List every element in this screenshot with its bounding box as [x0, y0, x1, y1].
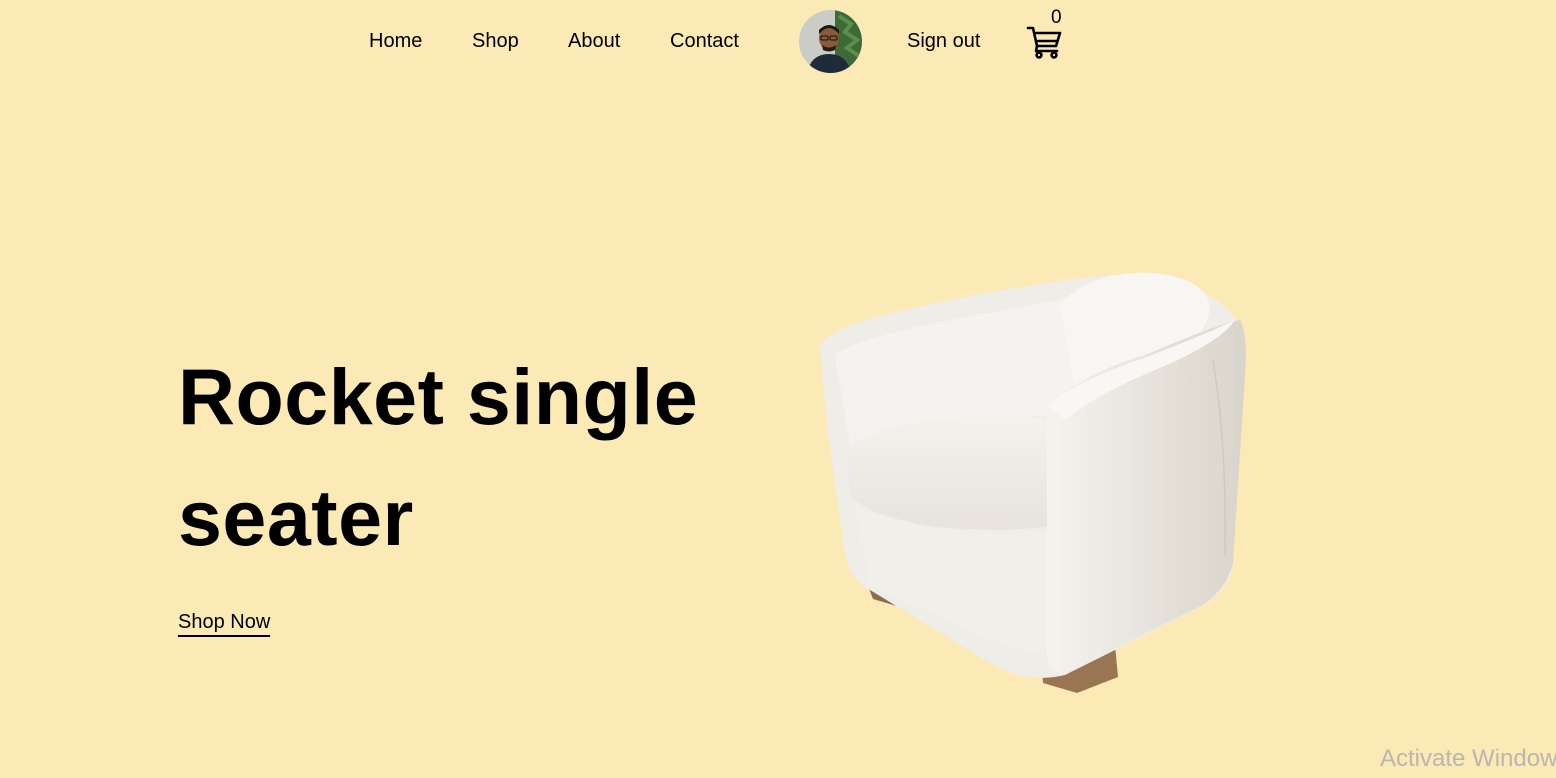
hero-title: Rocket single seater [178, 352, 699, 562]
nav-link-about[interactable]: About [568, 30, 620, 53]
signout-link[interactable]: Sign out [907, 30, 980, 53]
cart-count-badge: 0 [1051, 7, 1062, 28]
nav-link-contact[interactable]: Contact [670, 30, 739, 53]
cart-icon[interactable] [1026, 24, 1062, 60]
nav-link-home[interactable]: Home [369, 30, 422, 53]
activate-windows-watermark: Activate Windows [1380, 745, 1556, 772]
nav-link-shop[interactable]: Shop [472, 30, 519, 53]
armchair-image [820, 272, 1246, 693]
user-avatar[interactable] [799, 10, 862, 73]
avatar-image [799, 10, 862, 73]
shop-now-link[interactable]: Shop Now [178, 611, 271, 637]
